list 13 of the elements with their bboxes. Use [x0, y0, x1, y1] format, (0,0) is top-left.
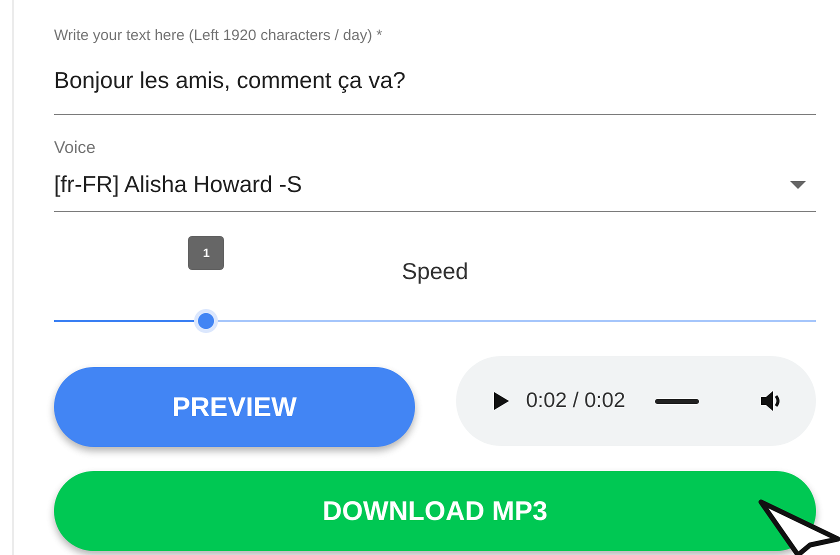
cursor-icon	[758, 499, 840, 555]
voice-select[interactable]: [fr-FR] Alisha Howard -S	[54, 158, 816, 212]
text-input-field[interactable]: Bonjour les amis, comment ça va?	[54, 46, 816, 115]
field-label: Voice	[54, 138, 96, 158]
speed-label: Speed	[402, 257, 468, 286]
slider-thumb[interactable]	[194, 309, 218, 333]
play-icon[interactable]	[492, 391, 510, 411]
progress-bar[interactable]	[655, 398, 700, 404]
playback-time: 0:02 / 0:02	[526, 389, 626, 413]
field-label: Write your text here (Left 1920 characters / day) *	[54, 26, 382, 46]
dropdown-caret-icon	[790, 180, 806, 190]
slider-value-tooltip: 1	[188, 236, 224, 270]
preview-button[interactable]: PREVIEW	[54, 367, 415, 447]
